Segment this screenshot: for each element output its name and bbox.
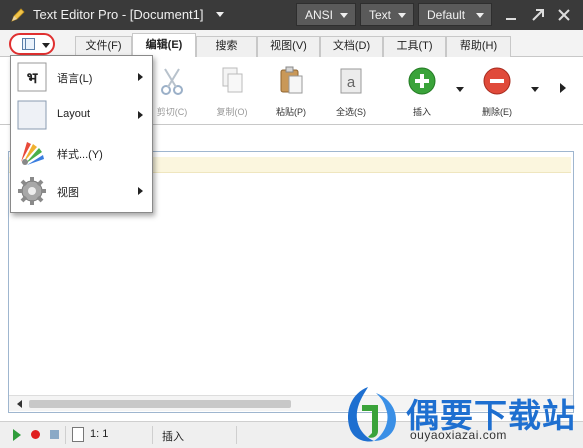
chevron-right-icon <box>138 187 143 195</box>
page-icon <box>72 427 84 442</box>
watermark-url: ouyaoxiazai.com <box>410 428 507 442</box>
gear-icon <box>18 177 46 205</box>
pencil-icon <box>11 8 25 22</box>
copy-button[interactable]: 复制(O) <box>207 61 257 121</box>
theme-button-label: Default <box>427 8 466 22</box>
menu-item-layout[interactable]: Layout <box>11 96 152 134</box>
menu-item-style[interactable]: 样式...(Y) <box>11 134 152 172</box>
menu-item-language[interactable]: भ 语言(L) <box>11 58 152 96</box>
select-all-icon: a <box>340 68 362 94</box>
mode-button[interactable]: Text <box>360 3 414 26</box>
encoding-button-label: ANSI <box>305 8 334 22</box>
tab-file[interactable]: 文件(F) <box>75 36 132 57</box>
scrollbar-thumb[interactable] <box>29 400 291 408</box>
svg-text:a: a <box>347 74 356 91</box>
insert-dropdown-icon[interactable] <box>456 87 464 92</box>
svg-text:भ: भ <box>27 69 39 87</box>
copy-icon <box>222 67 243 93</box>
chevron-right-icon <box>138 73 143 81</box>
window-title: Text Editor Pro - [Document1] <box>33 7 204 22</box>
minus-circle-icon <box>483 67 511 95</box>
delete-dropdown-icon[interactable] <box>531 87 539 92</box>
tab-document[interactable]: 文档(D) <box>320 36 383 57</box>
mode-button-label: Text <box>369 8 392 22</box>
plus-circle-icon <box>408 67 436 95</box>
tab-search[interactable]: 搜索 <box>196 36 257 57</box>
status-divider <box>152 426 153 444</box>
theme-button[interactable]: Default <box>418 3 492 26</box>
minimize-icon <box>506 18 516 20</box>
menu-item-label: Layout <box>57 108 91 120</box>
ribbon-tabs: 文件(F) 编辑(E) 搜索 视图(V) 文档(D) 工具(T) 帮助(H) <box>0 30 583 58</box>
close-button[interactable] <box>554 5 574 25</box>
insert-button[interactable]: 插入 <box>397 61 447 121</box>
status-divider <box>236 426 237 444</box>
chevron-down-icon <box>42 43 50 48</box>
select-all-button[interactable]: a 全选(S) <box>326 61 376 121</box>
palette-icon <box>21 142 44 165</box>
chevron-down-icon <box>476 13 484 18</box>
play-icon[interactable] <box>13 429 21 441</box>
menu-item-label: 样式...(Y) <box>57 149 103 161</box>
paste-label: 粘贴(P) <box>276 107 306 117</box>
chevron-right-icon <box>138 111 143 119</box>
scissors-icon <box>161 68 183 95</box>
encoding-button[interactable]: ANSI <box>296 3 356 26</box>
minimize-button[interactable] <box>501 5 521 25</box>
close-icon <box>558 9 570 21</box>
menu-item-view[interactable]: 视图 <box>11 172 152 210</box>
cut-button[interactable]: 剪切(C) <box>147 61 197 121</box>
delete-button[interactable]: 删除(E) <box>472 61 522 121</box>
delete-label: 删除(E) <box>482 107 512 117</box>
clipboard-icon <box>280 66 303 94</box>
cut-label: 剪切(C) <box>156 107 188 117</box>
tab-view[interactable]: 视图(V) <box>257 36 320 57</box>
language-icon: भ <box>17 62 47 92</box>
maximize-icon <box>532 9 544 21</box>
document-icon <box>22 38 35 50</box>
tab-tools[interactable]: 工具(T) <box>383 36 446 57</box>
chevron-right-icon[interactable] <box>560 83 566 93</box>
chevron-down-icon <box>398 13 406 18</box>
maximize-button[interactable] <box>528 5 548 25</box>
insert-label: 插入 <box>412 107 431 117</box>
menu-item-label: 语言(L) <box>57 73 93 85</box>
title-bar: Text Editor Pro - [Document1] ANSI Text … <box>0 0 583 30</box>
cursor-position: 1: 1 <box>90 428 109 440</box>
scroll-left-icon[interactable] <box>17 400 22 408</box>
stop-icon[interactable] <box>50 430 59 439</box>
copy-label: 复制(O) <box>216 107 248 117</box>
layout-icon <box>17 100 47 130</box>
paste-button[interactable]: 粘贴(P) <box>266 61 316 121</box>
app-menu-button[interactable] <box>9 33 55 55</box>
tab-help[interactable]: 帮助(H) <box>446 36 511 57</box>
menu-item-label: 视图 <box>57 187 79 199</box>
record-icon[interactable] <box>31 430 40 439</box>
app-popup-menu: भ 语言(L) Layout 样式...(Y) 视图 <box>10 55 153 213</box>
title-dropdown-icon[interactable] <box>216 12 224 17</box>
watermark-logo-icon <box>348 387 396 442</box>
chevron-down-icon <box>340 13 348 18</box>
status-divider <box>65 426 66 444</box>
insert-mode: 插入 <box>162 431 184 443</box>
select-all-label: 全选(S) <box>336 107 366 117</box>
